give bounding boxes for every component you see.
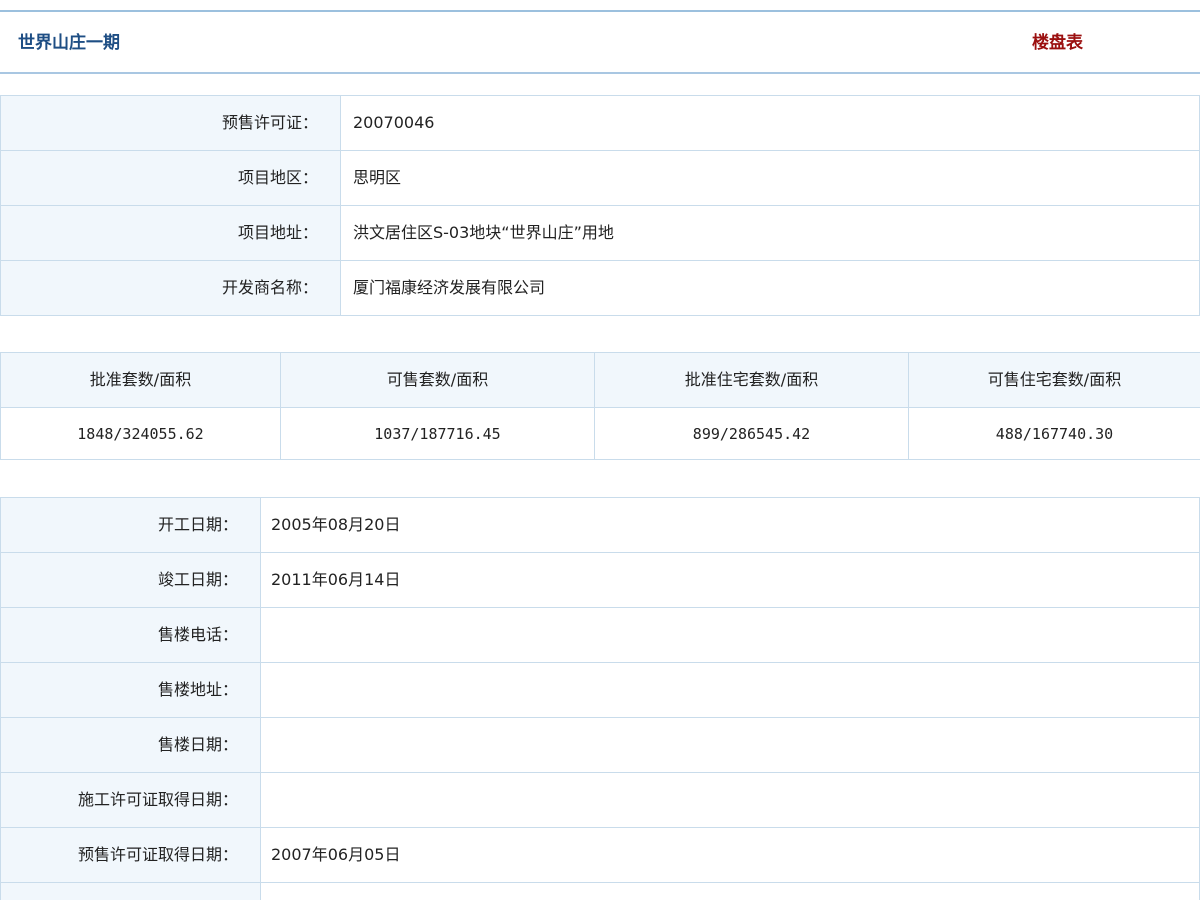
saleable-residential-header: 可售住宅套数/面积 xyxy=(908,352,1200,408)
presale-permit-date-label: 预售许可证取得日期： xyxy=(0,827,261,883)
saleable-units-header: 可售套数/面积 xyxy=(280,352,595,408)
presale-permit-value: 20070046 xyxy=(340,95,1200,151)
approved-units-value: 1848/324055.62 xyxy=(0,407,281,460)
approved-residential-header: 批准住宅套数/面积 xyxy=(594,352,909,408)
table-row: 项目地区： 思明区 xyxy=(0,150,1200,206)
sales-info-table: 开工日期： 2005年08月20日 竣工日期： 2011年06月14日 售楼电话… xyxy=(0,497,1200,900)
table-row: 售楼地址： xyxy=(0,662,1200,718)
table-header-row: 批准套数/面积 可售套数/面积 批准住宅套数/面积 可售住宅套数/面积 xyxy=(0,352,1200,408)
developer-name-value: 厦门福康经济发展有限公司 xyxy=(340,260,1200,316)
table-row: 竣工日期： 2011年06月14日 xyxy=(0,552,1200,608)
table-row: 开发商名称： 厦门福康经济发展有限公司 xyxy=(0,260,1200,316)
construction-permit-date-label: 施工许可证取得日期： xyxy=(0,772,261,828)
extra-value xyxy=(260,882,1200,900)
project-district-value: 思明区 xyxy=(340,150,1200,206)
table-row: 开工日期： 2005年08月20日 xyxy=(0,497,1200,553)
table-row xyxy=(0,882,1200,900)
sales-date-label: 售楼日期： xyxy=(0,717,261,773)
project-address-value: 洪文居住区S-03地块“世界山庄”用地 xyxy=(340,205,1200,261)
saleable-residential-value: 488/167740.30 xyxy=(908,407,1200,460)
completion-date-value: 2011年06月14日 xyxy=(260,552,1200,608)
table-row: 售楼日期： xyxy=(0,717,1200,773)
sales-phone-label: 售楼电话： xyxy=(0,607,261,663)
table-row: 预售许可证取得日期： 2007年06月05日 xyxy=(0,827,1200,883)
construction-start-label: 开工日期： xyxy=(0,497,261,553)
page-header: 世界山庄一期 楼盘表 xyxy=(0,12,1200,74)
table-row: 预售许可证： 20070046 xyxy=(0,95,1200,151)
extra-label xyxy=(0,882,261,900)
table-row: 施工许可证取得日期： xyxy=(0,772,1200,828)
construction-start-value: 2005年08月20日 xyxy=(260,497,1200,553)
presale-permit-label: 预售许可证： xyxy=(0,95,341,151)
completion-date-label: 竣工日期： xyxy=(0,552,261,608)
table-row: 售楼电话： xyxy=(0,607,1200,663)
developer-name-label: 开发商名称： xyxy=(0,260,341,316)
project-address-label: 项目地址： xyxy=(0,205,341,261)
page-subtitle: 楼盘表 xyxy=(1032,33,1083,53)
approved-residential-value: 899/286545.42 xyxy=(594,407,909,460)
presale-permit-date-value: 2007年06月05日 xyxy=(260,827,1200,883)
approved-units-header: 批准套数/面积 xyxy=(0,352,281,408)
sales-phone-value xyxy=(260,607,1200,663)
construction-permit-date-value xyxy=(260,772,1200,828)
project-district-label: 项目地区： xyxy=(0,150,341,206)
table-row: 1848/324055.62 1037/187716.45 899/286545… xyxy=(0,407,1200,460)
saleable-units-value: 1037/187716.45 xyxy=(280,407,595,460)
table-row: 项目地址： 洪文居住区S-03地块“世界山庄”用地 xyxy=(0,205,1200,261)
page-title: 世界山庄一期 xyxy=(18,33,120,53)
sales-address-label: 售楼地址： xyxy=(0,662,261,718)
project-info-table: 预售许可证： 20070046 项目地区： 思明区 项目地址： 洪文居住区S-0… xyxy=(0,95,1200,316)
unit-stats-table: 批准套数/面积 可售套数/面积 批准住宅套数/面积 可售住宅套数/面积 1848… xyxy=(0,352,1200,460)
sales-address-value xyxy=(260,662,1200,718)
sales-date-value xyxy=(260,717,1200,773)
